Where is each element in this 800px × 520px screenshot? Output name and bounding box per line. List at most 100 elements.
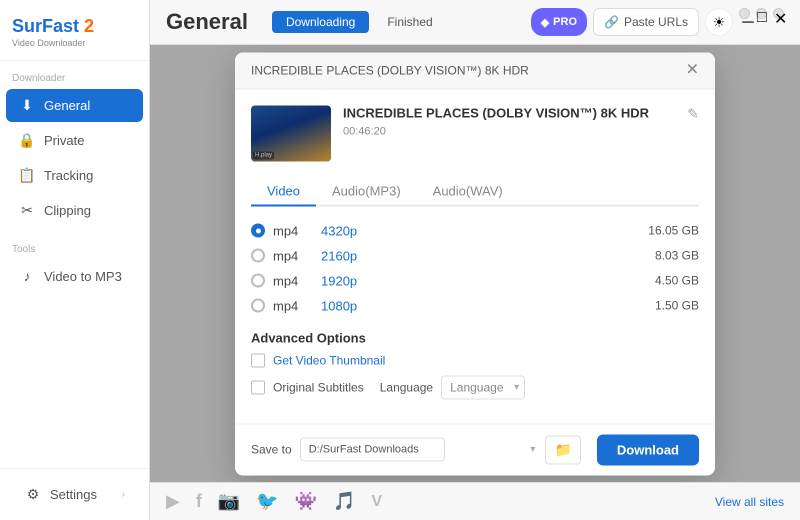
- close-button[interactable]: ✕: [773, 8, 784, 19]
- logo-area: SurFast 2 Video Downloader: [0, 0, 149, 61]
- app-logo: SurFast 2: [12, 16, 137, 37]
- modal-header: INCREDIBLE PLACES (DOLBY VISION™) 8K HDR…: [235, 52, 715, 89]
- settings-label: Settings: [50, 487, 97, 502]
- quality-list: mp4 4320p 16.05 GB mp4 2160p 8.03 GB mp4…: [251, 218, 699, 318]
- size-1920p: 4.50 GB: [655, 274, 699, 288]
- advanced-options-title: Advanced Options: [251, 330, 699, 345]
- downloader-section-label: Downloader: [0, 61, 149, 88]
- save-to-label: Save to: [251, 443, 292, 457]
- thumbnail-row: Get Video Thumbnail: [251, 353, 699, 367]
- sidebar-item-video-to-mp3[interactable]: ♪ Video to MP3: [6, 260, 143, 292]
- paste-urls-label: Paste URLs: [624, 15, 688, 29]
- quality-item-1080p[interactable]: mp4 1080p 1.50 GB: [251, 293, 699, 318]
- tracking-icon: 📋: [18, 167, 36, 184]
- thumbnail-checkbox[interactable]: [251, 353, 265, 367]
- scissors-icon: ✂: [18, 202, 36, 219]
- edit-icon[interactable]: ✎: [687, 105, 699, 122]
- modal-body: H.play INCREDIBLE PLACES (DOLBY VISION™)…: [235, 89, 715, 423]
- format-tab-audio-wav[interactable]: Audio(WAV): [417, 177, 519, 206]
- sidebar-item-label: General: [44, 98, 90, 113]
- radio-4320p[interactable]: [251, 224, 265, 238]
- folder-path-wrap: D:/SurFast Downloads: [300, 438, 542, 462]
- thumbnail-logo: H.play: [253, 151, 274, 159]
- page-title: General: [166, 9, 248, 35]
- diamond-icon: ◆: [541, 16, 549, 29]
- resolution-1920p: 1920p: [321, 273, 647, 288]
- video-title: INCREDIBLE PLACES (DOLBY VISION™) 8K HDR: [343, 105, 675, 122]
- radio-2160p[interactable]: [251, 249, 265, 263]
- bottom-bar: ▶ f 📷 🐦 👾 🎵 V View all sites: [150, 482, 800, 520]
- size-4320p: 16.05 GB: [648, 224, 699, 238]
- gear-icon: ⚙: [24, 486, 42, 503]
- video-info: H.play INCREDIBLE PLACES (DOLBY VISION™)…: [251, 105, 699, 161]
- twitter-icon[interactable]: 🐦: [256, 491, 278, 512]
- facebook-icon[interactable]: f: [196, 491, 202, 512]
- format-1920p: mp4: [273, 273, 313, 288]
- format-tab-audio-mp3[interactable]: Audio(MP3): [316, 177, 417, 206]
- pro-badge[interactable]: ◆ PRO: [531, 8, 587, 36]
- content-area: INCREDIBLE PLACES (DOLBY VISION™) 8K HDR…: [150, 45, 800, 482]
- maximize-button[interactable]: □: [756, 8, 767, 19]
- sidebar-item-label: Private: [44, 133, 84, 148]
- youtube-icon[interactable]: ▶: [166, 491, 180, 512]
- tab-bar: Downloading Finished: [272, 11, 447, 33]
- twitch-icon[interactable]: 👾: [295, 491, 317, 512]
- main-content: General Downloading Finished ◆ PRO 🔗 Pas…: [150, 0, 800, 520]
- paste-urls-button[interactable]: 🔗 Paste URLs: [593, 8, 699, 36]
- radio-1920p[interactable]: [251, 274, 265, 288]
- download-icon: ⬇: [18, 97, 36, 114]
- format-tabs: Video Audio(MP3) Audio(WAV): [251, 177, 699, 206]
- quality-item-1920p[interactable]: mp4 1920p 4.50 GB: [251, 268, 699, 293]
- advanced-options-section: Advanced Options Get Video Thumbnail Ori…: [251, 330, 699, 399]
- quality-item-2160p[interactable]: mp4 2160p 8.03 GB: [251, 243, 699, 268]
- sidebar-item-tracking[interactable]: 📋 Tracking: [6, 159, 143, 192]
- browse-folder-button[interactable]: 📁: [545, 435, 580, 464]
- app-subtitle: Video Downloader: [12, 38, 137, 48]
- language-select[interactable]: Language: [441, 375, 525, 399]
- language-label: Language: [380, 380, 433, 394]
- resolution-4320p: 4320p: [321, 223, 640, 238]
- size-2160p: 8.03 GB: [655, 249, 699, 263]
- sidebar-item-clipping[interactable]: ✂ Clipping: [6, 194, 143, 227]
- subtitles-checkbox[interactable]: [251, 380, 265, 394]
- sidebar-item-label: Clipping: [44, 203, 91, 218]
- view-all-sites-link[interactable]: View all sites: [715, 495, 784, 509]
- download-modal: INCREDIBLE PLACES (DOLBY VISION™) 8K HDR…: [235, 52, 715, 475]
- video-duration: 00:46:20: [343, 126, 675, 138]
- folder-select-area: D:/SurFast Downloads 📁: [300, 435, 581, 464]
- sidebar-item-label: Tracking: [44, 168, 93, 183]
- thumbnail-label: Get Video Thumbnail: [273, 353, 385, 367]
- instagram-icon[interactable]: 📷: [218, 491, 240, 512]
- sidebar-item-label: Video to MP3: [44, 269, 122, 284]
- minimize-button[interactable]: －: [739, 8, 750, 19]
- format-2160p: mp4: [273, 248, 313, 263]
- download-button[interactable]: Download: [597, 434, 699, 465]
- folder-path-select[interactable]: D:/SurFast Downloads: [300, 438, 445, 462]
- format-tab-video[interactable]: Video: [251, 177, 316, 206]
- chevron-right-icon: ›: [122, 489, 125, 500]
- vimeo-icon[interactable]: V: [372, 493, 383, 511]
- tools-section-label: Tools: [0, 232, 149, 259]
- sidebar-item-private[interactable]: 🔒 Private: [6, 124, 143, 157]
- tab-downloading[interactable]: Downloading: [272, 11, 369, 33]
- subtitles-row: Original Subtitles Language Language: [251, 375, 699, 399]
- sidebar-item-general[interactable]: ⬇ General: [6, 89, 143, 122]
- tab-finished[interactable]: Finished: [373, 11, 446, 33]
- size-1080p: 1.50 GB: [655, 299, 699, 313]
- video-thumbnail: H.play: [251, 105, 331, 161]
- pro-label: PRO: [553, 16, 577, 28]
- quality-item-4320p[interactable]: mp4 4320p 16.05 GB: [251, 218, 699, 243]
- modal-header-title: INCREDIBLE PLACES (DOLBY VISION™) 8K HDR: [251, 63, 529, 77]
- lock-icon: 🔒: [18, 132, 36, 149]
- sidebar: SurFast 2 Video Downloader Downloader ⬇ …: [0, 0, 150, 520]
- link-icon: 🔗: [604, 15, 619, 29]
- top-bar: General Downloading Finished ◆ PRO 🔗 Pas…: [150, 0, 800, 45]
- radio-1080p[interactable]: [251, 299, 265, 313]
- theme-toggle-button[interactable]: ☀: [705, 8, 733, 36]
- sidebar-item-settings[interactable]: ⚙ Settings ›: [12, 478, 137, 511]
- subtitles-label: Original Subtitles: [273, 380, 364, 394]
- modal-close-button[interactable]: ✕: [686, 62, 699, 78]
- language-select-wrap: Language: [441, 375, 525, 399]
- format-4320p: mp4: [273, 223, 313, 238]
- soundcloud-icon[interactable]: 🎵: [333, 491, 355, 512]
